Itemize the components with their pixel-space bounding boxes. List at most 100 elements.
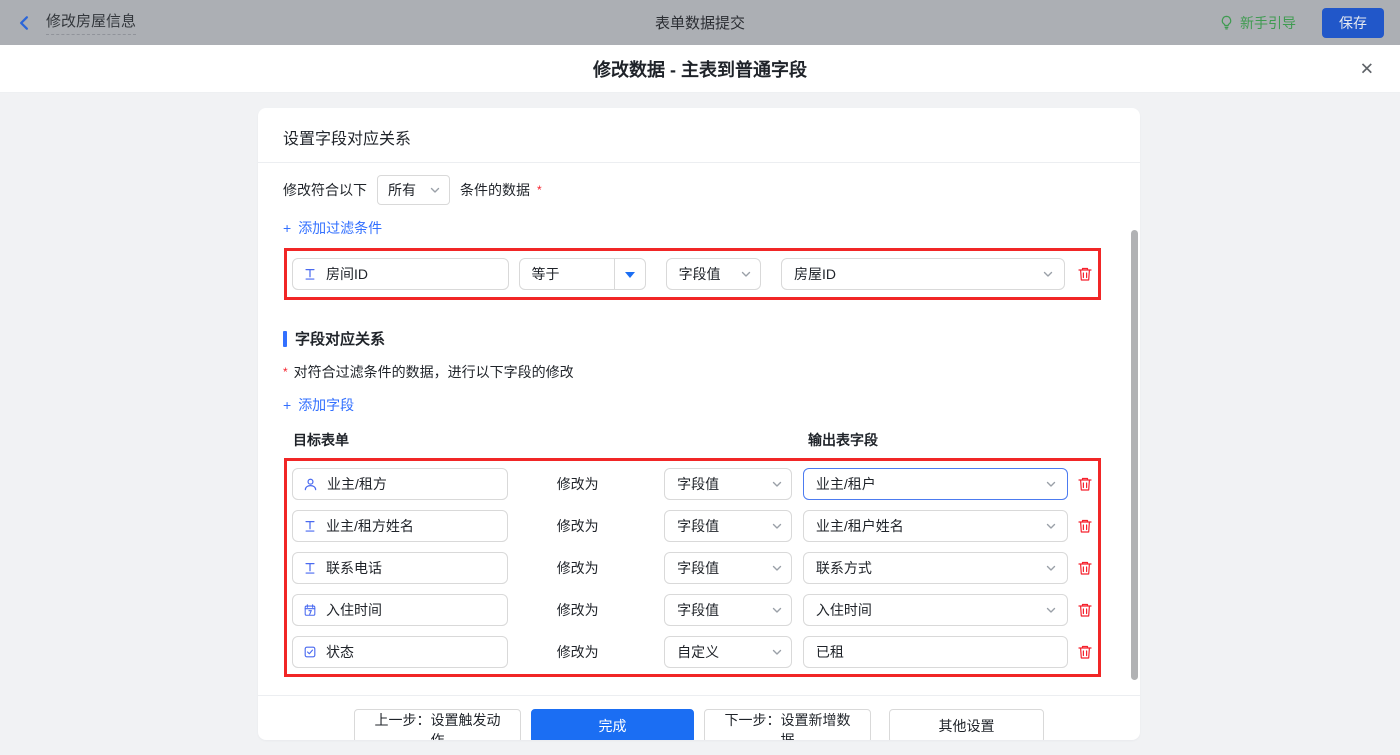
save-button[interactable]: 保存 [1322, 8, 1384, 38]
vertical-scrollbar[interactable] [1131, 230, 1138, 680]
text-field-icon [303, 561, 317, 575]
valuetype-select[interactable]: 字段值 [664, 552, 792, 584]
mapping-description-line: * 对符合过滤条件的数据，进行以下字段的修改 [283, 362, 1140, 382]
prev-step-button[interactable]: 上一步：设置触发动作 [354, 709, 521, 740]
mapping-section-label: 字段对应关系 [295, 328, 385, 349]
panel-title: 设置字段对应关系 [258, 108, 1140, 163]
modal-title: 修改数据 - 主表到普通字段 [593, 56, 807, 82]
output-field-value: 业主/租户姓名 [816, 516, 904, 536]
modal-header: 修改数据 - 主表到普通字段 ✕ [0, 45, 1400, 93]
chevron-down-icon [771, 562, 783, 574]
chevron-down-icon [771, 520, 783, 532]
calendar-icon [303, 603, 317, 617]
output-field-value: 业主/租户 [816, 474, 876, 494]
valuetype-value: 字段值 [677, 558, 719, 578]
close-icon[interactable]: ✕ [1360, 60, 1374, 77]
column-output-field: 输出表字段 [808, 430, 878, 450]
user-icon [303, 477, 318, 492]
plus-icon: + [283, 397, 291, 413]
chevron-down-icon [429, 184, 441, 196]
mapping-column-headers: 目标表单 输出表字段 [283, 430, 1140, 448]
chevron-down-icon [1045, 478, 1057, 490]
trash-icon [1077, 560, 1093, 576]
target-field-input[interactable]: 联系电话 [292, 552, 508, 584]
chevron-down-icon [1045, 520, 1057, 532]
valuetype-value: 字段值 [677, 600, 719, 620]
target-field-value: 入住时间 [326, 600, 382, 620]
add-field-button[interactable]: + 添加字段 [283, 395, 354, 415]
other-settings-button[interactable]: 其他设置 [889, 709, 1044, 740]
text-field-icon [303, 267, 317, 281]
output-field-select[interactable]: 业主/租户 [803, 468, 1068, 500]
valuetype-select[interactable]: 自定义 [664, 636, 792, 668]
lightbulb-icon [1219, 15, 1234, 30]
delete-row-button[interactable] [1077, 476, 1093, 492]
filter-value-select[interactable]: 房屋ID [781, 258, 1065, 290]
delete-row-button[interactable] [1077, 644, 1093, 660]
valuetype-value: 字段值 [677, 516, 719, 536]
next-step-button[interactable]: 下一步：设置新增数据 [704, 709, 871, 740]
condition-suffix: 条件的数据 [460, 180, 530, 200]
chevron-down-icon [771, 478, 783, 490]
trash-icon [1077, 602, 1093, 618]
valuetype-value: 字段值 [677, 474, 719, 494]
required-mark: * [283, 365, 288, 379]
filter-highlight-box: 房间ID 等于 字段值 房屋ID [284, 248, 1101, 300]
done-button[interactable]: 完成 [531, 709, 694, 740]
beginner-guide-link[interactable]: 新手引导 [1219, 13, 1296, 33]
back-button[interactable] [16, 15, 32, 31]
plus-icon: + [283, 220, 291, 236]
delete-row-button[interactable] [1077, 560, 1093, 576]
mapping-section-title: 字段对应关系 [283, 328, 1140, 349]
chevron-down-icon [1042, 268, 1054, 280]
trash-icon [1077, 644, 1093, 660]
modify-label: 修改为 [557, 474, 604, 494]
mapping-highlight-box: 业主/租方 修改为 字段值 业主/租户 [284, 458, 1101, 677]
chevron-down-icon [771, 646, 783, 658]
filter-value: 房屋ID [794, 264, 836, 284]
delete-filter-button[interactable] [1077, 266, 1093, 282]
valuetype-select[interactable]: 字段值 [664, 510, 792, 542]
beginner-guide-label: 新手引导 [1240, 13, 1296, 33]
panel-content: 修改符合以下 所有 条件的数据 * + 添加过滤条件 [258, 163, 1140, 677]
target-field-input[interactable]: 入住时间 [292, 594, 508, 626]
mapping-description: 对符合过滤条件的数据，进行以下字段的修改 [294, 362, 574, 382]
filter-field-value: 房间ID [326, 264, 368, 284]
mapping-row: 状态 修改为 自定义 已租 [292, 636, 1093, 668]
condition-line: 修改符合以下 所有 条件的数据 * [283, 175, 1140, 205]
chevron-down-icon [1045, 604, 1057, 616]
output-field-value: 入住时间 [816, 600, 872, 620]
filter-row: 房间ID 等于 字段值 房屋ID [292, 258, 1093, 290]
output-field-value: 联系方式 [816, 558, 872, 578]
delete-row-button[interactable] [1077, 518, 1093, 534]
output-field-select[interactable]: 业主/租户姓名 [803, 510, 1068, 542]
filter-valuetype-select[interactable]: 字段值 [666, 258, 761, 290]
workflow-title[interactable]: 修改房屋信息 [46, 10, 136, 35]
chevron-down-icon [771, 604, 783, 616]
custom-value-input[interactable]: 已租 [803, 636, 1068, 668]
text-field-icon [303, 519, 317, 533]
add-filter-button[interactable]: + 添加过滤条件 [283, 218, 382, 238]
add-filter-label: 添加过滤条件 [298, 218, 382, 238]
mapping-row: 入住时间 修改为 字段值 入住时间 [292, 594, 1093, 626]
condition-prefix: 修改符合以下 [283, 180, 367, 200]
trash-icon [1077, 518, 1093, 534]
target-field-value: 业主/租方 [327, 474, 387, 494]
target-field-input[interactable]: 状态 [292, 636, 508, 668]
target-field-value: 联系电话 [326, 558, 382, 578]
delete-row-button[interactable] [1077, 602, 1093, 618]
mapping-row: 业主/租方 修改为 字段值 业主/租户 [292, 468, 1093, 500]
valuetype-select[interactable]: 字段值 [664, 594, 792, 626]
filter-field-input[interactable]: 房间ID [292, 258, 509, 290]
valuetype-value: 自定义 [677, 642, 719, 662]
target-field-input[interactable]: 业主/租方姓名 [292, 510, 508, 542]
output-field-select[interactable]: 入住时间 [803, 594, 1068, 626]
valuetype-select[interactable]: 字段值 [664, 468, 792, 500]
custom-value: 已租 [816, 642, 844, 662]
output-field-select[interactable]: 联系方式 [803, 552, 1068, 584]
modify-label: 修改为 [557, 642, 604, 662]
trash-icon [1077, 476, 1093, 492]
target-field-input[interactable]: 业主/租方 [292, 468, 508, 500]
filter-operator-select[interactable]: 等于 [519, 258, 646, 290]
condition-scope-select[interactable]: 所有 [377, 175, 450, 205]
